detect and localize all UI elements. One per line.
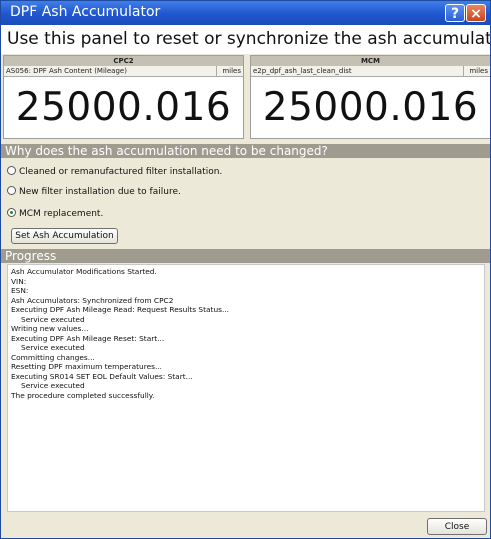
close-button[interactable]: Close — [427, 518, 487, 535]
reason-section-header: Why does the ash accumulation need to be… — [1, 144, 490, 158]
log-line: The procedure completed successfully. — [11, 390, 155, 400]
panel-header: CPC2 — [4, 56, 243, 66]
option-cleaned-filter[interactable]: Cleaned or remanufactured filter install… — [7, 166, 222, 177]
log-line: Executing SR014 SET EOL Default Values: … — [11, 371, 193, 381]
parameter-row: e2p_dpf_ash_last_clean_dist miles — [251, 66, 490, 77]
log-line: Committing changes... — [11, 352, 95, 362]
window-close-button[interactable]: × — [466, 4, 486, 22]
log-line: Executing DPF Ash Mileage Reset: Start..… — [11, 333, 165, 343]
log-line: Writing new values... — [11, 324, 89, 333]
progress-log[interactable]: Ash Accumulator Modifications Started. VI… — [7, 264, 485, 512]
cpc2-panel: CPC2 AS056: DPF Ash Content (Mileage) mi… — [3, 55, 244, 139]
parameter-name: AS056: DPF Ash Content (Mileage) — [6, 67, 127, 75]
title-bar[interactable]: DPF Ash Accumulator ? × — [1, 1, 490, 25]
radio-button-selected[interactable] — [7, 208, 16, 217]
parameter-name: e2p_dpf_ash_last_clean_dist — [253, 67, 352, 75]
footer-bar — [1, 513, 490, 538]
column-divider — [463, 66, 464, 76]
option-label: New filter installation due to failure. — [19, 187, 181, 197]
set-ash-accumulation-button[interactable]: Set Ash Accumulation — [11, 228, 118, 244]
mcm-panel: MCM e2p_dpf_ash_last_clean_dist miles 25… — [250, 55, 490, 139]
log-line: Resetting DPF maximum temperatures... — [11, 362, 163, 371]
radio-button[interactable] — [7, 166, 16, 175]
cpc2-ash-value: 25000.016 — [15, 85, 232, 130]
help-button[interactable]: ? — [445, 4, 465, 22]
parameter-row: AS056: DPF Ash Content (Mileage) miles — [4, 66, 243, 77]
log-line: VIN: — [11, 276, 27, 286]
option-new-filter[interactable]: New filter installation due to failure. — [7, 186, 181, 197]
mcm-ash-value: 25000.016 — [262, 85, 479, 130]
parameter-unit: miles — [469, 67, 488, 75]
option-mcm-replacement[interactable]: MCM replacement. — [7, 208, 103, 219]
log-line: ESN: — [11, 286, 29, 295]
reason-section-title: Why does the ash accumulation need to be… — [5, 144, 328, 158]
instruction-text: Use this panel to reset or synchronize t… — [7, 29, 491, 49]
instruction-banner: Use this panel to reset or synchronize t… — [1, 25, 490, 54]
log-line: Service executed — [21, 343, 85, 352]
log-line: Service executed — [21, 314, 85, 324]
log-line: Executing DPF Ash Mileage Read: Request … — [11, 305, 230, 314]
log-line: Service executed — [21, 381, 85, 390]
progress-section-header: Progress — [1, 249, 490, 263]
parameter-unit: miles — [222, 67, 241, 75]
log-line: Ash Accumulators: Synchronized from CPC2 — [11, 295, 174, 305]
progress-title: Progress — [5, 249, 57, 263]
dpf-ash-accumulator-window: DPF Ash Accumulator ? × Use this panel t… — [0, 0, 491, 539]
log-line: Ash Accumulator Modifications Started. — [11, 267, 157, 276]
option-label: MCM replacement. — [19, 209, 104, 219]
radio-button[interactable] — [7, 186, 16, 195]
window-title: DPF Ash Accumulator — [10, 4, 161, 20]
column-divider — [216, 66, 217, 76]
panel-header: MCM — [251, 56, 490, 66]
option-label: Cleaned or remanufactured filter install… — [19, 167, 223, 177]
